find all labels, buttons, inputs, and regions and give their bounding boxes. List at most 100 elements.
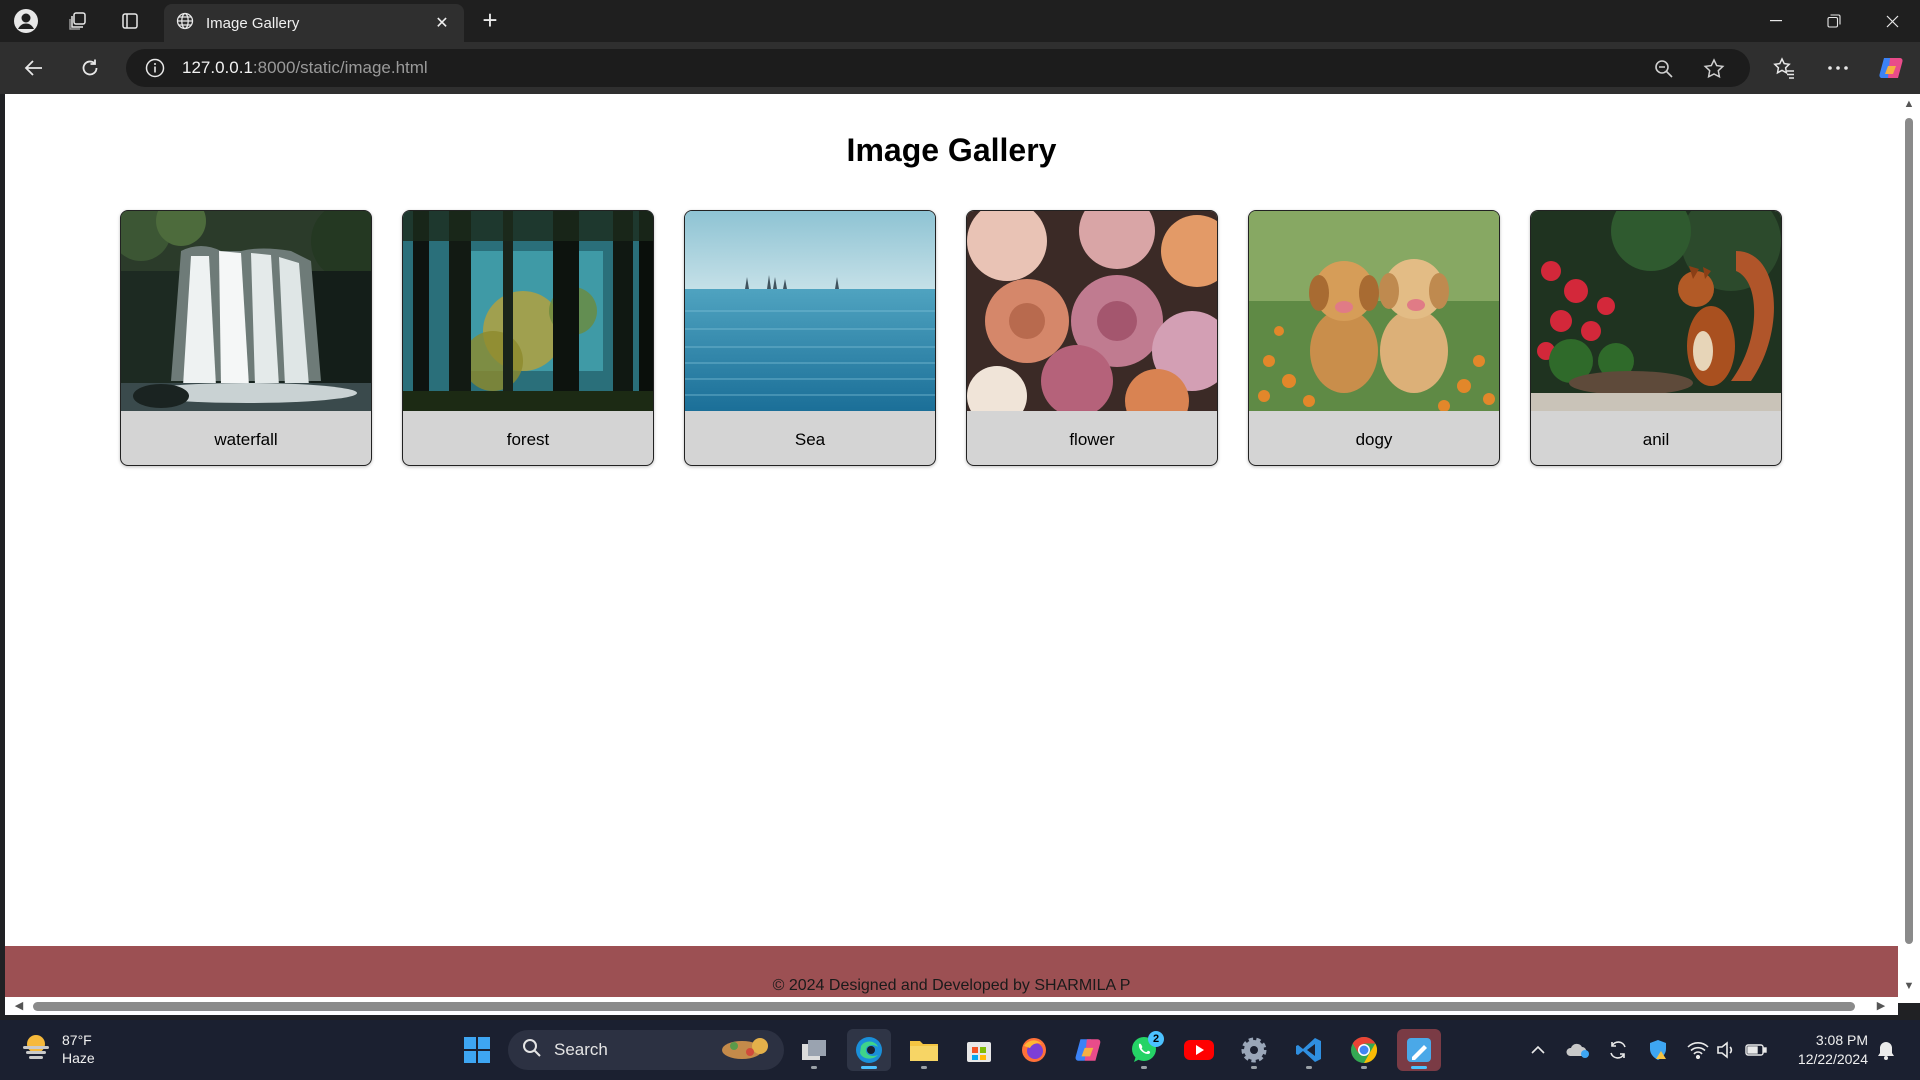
back-button[interactable] (16, 51, 52, 85)
gallery-card[interactable]: flower (966, 210, 1218, 466)
start-button[interactable] (455, 1029, 499, 1071)
copilot-icon[interactable] (1874, 51, 1910, 85)
taskbar-file-explorer[interactable] (902, 1029, 946, 1071)
close-tab-icon[interactable]: ✕ (432, 13, 452, 33)
whiteboard-icon (1407, 1038, 1431, 1062)
url-host: 127.0.0.1 (182, 58, 253, 77)
zoom-icon[interactable] (1652, 57, 1676, 81)
security-warning-icon[interactable] (1646, 1038, 1670, 1062)
squirrel-photo (1531, 211, 1781, 411)
volume-icon[interactable] (1714, 1038, 1738, 1062)
taskbar-firefox[interactable] (1012, 1029, 1056, 1071)
scroll-left-icon[interactable]: ◀ (13, 1000, 25, 1012)
firefox-icon (1022, 1038, 1046, 1062)
youtube-icon (1184, 1040, 1214, 1060)
favorites-icon[interactable] (1766, 51, 1802, 85)
vertical-scroll-thumb[interactable] (1905, 118, 1913, 944)
url-path: :8000/static/image.html (252, 58, 428, 77)
browser-titlebar: Image Gallery ✕ + (0, 0, 1920, 42)
scroll-up-icon[interactable]: ▲ (1903, 98, 1915, 110)
taskbar: 87°F Haze Search 2 3:08 PM 12/22/2024 (0, 1020, 1920, 1080)
flower-photo (967, 211, 1217, 411)
gallery-card[interactable]: waterfall (120, 210, 372, 466)
sea-photo (685, 211, 935, 411)
taskbar-edge[interactable] (847, 1029, 891, 1071)
taskbar-clock[interactable]: 3:08 PM 12/22/2024 (1780, 1031, 1868, 1069)
tab-image-gallery[interactable]: Image Gallery ✕ (164, 4, 464, 42)
puppies-photo (1249, 211, 1499, 411)
restore-button[interactable] (1806, 0, 1862, 42)
minimize-button[interactable] (1748, 0, 1804, 42)
wifi-icon[interactable] (1686, 1038, 1710, 1062)
hazy-sun-icon (20, 1030, 52, 1067)
search-icon (522, 1038, 542, 1063)
taskbar-chrome[interactable] (1342, 1029, 1386, 1071)
gallery-card[interactable]: dogy (1248, 210, 1500, 466)
address-bar[interactable]: 127.0.0.1:8000/static/image.html (126, 49, 1750, 87)
search-placeholder: Search (554, 1040, 608, 1059)
taskbar-whatsapp[interactable]: 2 (1122, 1029, 1166, 1071)
image-gallery: waterfall forest Sea flower dogy anil (120, 210, 1782, 466)
page-title: Image Gallery (846, 132, 1057, 168)
taskbar-copilot[interactable] (1067, 1029, 1111, 1071)
weather-temperature: 87°F (62, 1031, 92, 1048)
onedrive-icon[interactable] (1566, 1038, 1590, 1062)
taskbar-settings[interactable] (1232, 1029, 1276, 1071)
waterfall-photo (121, 211, 371, 411)
scroll-down-icon[interactable]: ▼ (1903, 980, 1915, 992)
new-tab-button[interactable]: + (474, 6, 506, 36)
page-viewport: Image Gallery waterfall forest Sea flowe… (5, 94, 1898, 1003)
image-caption: flower (1069, 430, 1115, 449)
gallery-card[interactable]: anil (1530, 210, 1782, 466)
weather-description: Haze (62, 1049, 95, 1066)
page-footer: © 2024 Designed and Developed by SHARMIL… (5, 946, 1898, 1003)
horizontal-scrollbar[interactable]: ◀ ▶ (5, 997, 1898, 1015)
copilot-app-icon (1075, 1039, 1101, 1061)
scroll-right-icon[interactable]: ▶ (1875, 1000, 1887, 1012)
taskbar-vscode[interactable] (1287, 1029, 1331, 1071)
image-caption: Sea (794, 430, 826, 449)
gallery-card[interactable]: forest (402, 210, 654, 466)
image-caption: anil (1642, 430, 1670, 449)
clock-date: 12/22/2024 (1797, 1051, 1868, 1067)
notification-badge: 2 (1148, 1031, 1164, 1047)
settings-gear-icon (1241, 1037, 1267, 1063)
taskbar-task-view[interactable] (792, 1029, 836, 1071)
taskbar-store[interactable] (957, 1029, 1001, 1071)
footer-text: © 2024 Designed and Developed by SHARMIL… (772, 977, 1131, 994)
horizontal-scroll-thumb[interactable] (33, 1002, 1855, 1011)
browser-toolbar: 127.0.0.1:8000/static/image.html (0, 42, 1920, 94)
vertical-scrollbar[interactable]: ▲ ▼ (1898, 94, 1920, 1003)
image-caption: forest (506, 430, 550, 449)
folder-icon (910, 1041, 938, 1061)
workspaces-icon[interactable] (62, 6, 94, 36)
close-window-button[interactable] (1864, 0, 1920, 42)
task-view-icon (802, 1040, 826, 1060)
edge-icon (856, 1037, 882, 1063)
clock-time: 3:08 PM (1815, 1032, 1868, 1048)
notification-bell-icon[interactable] (1874, 1038, 1898, 1062)
site-info-icon[interactable] (144, 57, 166, 79)
url-text: 127.0.0.1:8000/static/image.html (182, 58, 428, 78)
taskbar-search[interactable]: Search (508, 1030, 784, 1070)
profile-icon[interactable] (10, 6, 42, 36)
taskbar-whiteboard[interactable] (1397, 1029, 1441, 1071)
sync-icon[interactable] (1606, 1038, 1630, 1062)
store-icon (967, 1042, 991, 1062)
favorite-star-icon[interactable] (1702, 57, 1726, 81)
more-options-icon[interactable] (1820, 51, 1856, 85)
tab-actions-icon[interactable] (114, 6, 146, 36)
gallery-card[interactable]: Sea (684, 210, 936, 466)
weather-widget[interactable]: 87°F Haze (20, 1030, 95, 1067)
show-hidden-icons[interactable] (1526, 1038, 1550, 1062)
image-caption: waterfall (214, 430, 278, 449)
image-caption: dogy (1355, 430, 1393, 449)
battery-icon[interactable] (1744, 1038, 1768, 1062)
search-highlight-icon (720, 1034, 774, 1067)
vscode-icon (1296, 1038, 1321, 1062)
chrome-icon (1351, 1036, 1378, 1064)
taskbar-youtube[interactable] (1177, 1029, 1221, 1071)
globe-icon (176, 12, 194, 34)
refresh-button[interactable] (72, 51, 108, 85)
forest-photo (403, 211, 653, 411)
